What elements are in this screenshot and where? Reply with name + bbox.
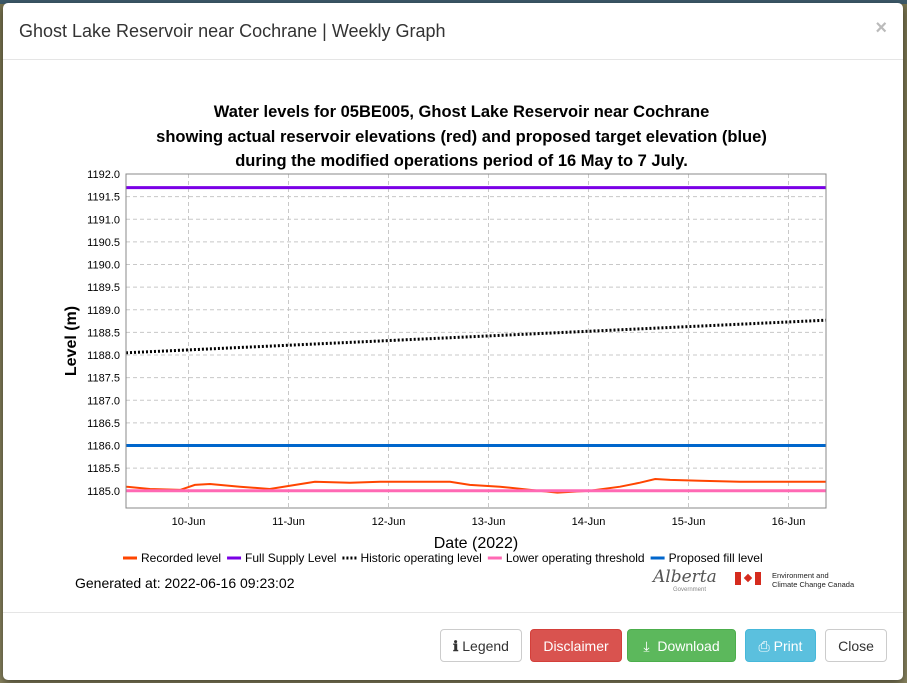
x-axis-label: Date (2022) [434, 535, 519, 552]
x-tick-label: 13-Jun [472, 516, 506, 528]
legend-item: Historic operating level [360, 551, 481, 565]
plot-area [125, 173, 827, 509]
x-tick-label: 11-Jun [272, 516, 305, 528]
print-button[interactable]: ⎙ Print [745, 629, 816, 662]
info-icon: ℹ [453, 638, 459, 654]
y-axis-label: Level (m) [63, 306, 80, 376]
y-tick-label: 1190.5 [87, 237, 120, 249]
x-tick-label: 12-Jun [372, 516, 406, 528]
legend-item: Full Supply Level [245, 551, 336, 565]
y-tick-label: 1188.5 [87, 327, 120, 339]
x-tick-label: 14-Jun [572, 516, 606, 528]
modal-header: Ghost Lake Reservoir near Cochrane | Wee… [3, 3, 903, 60]
modal-footer: ℹ Legend Disclaimer ⤓ Download ⎙ Print C… [3, 612, 903, 681]
modal-title: Ghost Lake Reservoir near Cochrane | Wee… [19, 21, 446, 41]
canada-flag-icon [735, 572, 761, 585]
y-tick-label: 1190.0 [87, 260, 120, 272]
weekly-graph-modal: Ghost Lake Reservoir near Cochrane | Wee… [3, 3, 903, 680]
eccc-logo: Environment and Climate Change Canada [772, 571, 854, 589]
modal-body: Water levels for 05BE005, Ghost Lake Res… [3, 60, 903, 613]
level-chart: 1185.0 1185.5 1186.0 1186.5 1187.0 1187.5 1188… [63, 169, 827, 565]
x-tick-label: 15-Jun [672, 516, 706, 528]
print-icon: ⎙ [758, 638, 770, 654]
eccc-line2: Climate Change Canada [772, 580, 855, 589]
y-tick-label: 1185.0 [87, 486, 120, 498]
download-label: Download [657, 638, 720, 654]
logos: Alberta Government Environment and Clima… [653, 567, 858, 595]
download-icon: ⤓ [643, 638, 650, 654]
eccc-line1: Environment and [772, 571, 829, 580]
close-button[interactable]: Close [825, 629, 887, 662]
y-tick-label: 1189.0 [87, 305, 120, 317]
x-tick-label: 10-Jun [172, 516, 206, 528]
disclaimer-label: Disclaimer [543, 638, 609, 654]
alberta-logo: Alberta [653, 567, 717, 587]
y-tick-label: 1192.0 [87, 169, 120, 181]
y-tick-label: 1186.5 [87, 418, 120, 430]
legend-item: Recorded level [141, 551, 221, 565]
y-tick-label: 1191.5 [87, 192, 120, 204]
y-tick-label: 1186.0 [87, 441, 120, 453]
y-tick-label: 1187.0 [87, 395, 120, 407]
y-tick-label: 1191.0 [87, 214, 120, 226]
alberta-logo-sub: Government [673, 587, 707, 593]
legend-item: Lower operating threshold [506, 551, 645, 565]
print-label: Print [773, 638, 803, 654]
legend-button[interactable]: ℹ Legend [440, 629, 522, 662]
y-tick-label: 1188.0 [87, 350, 120, 362]
legend-item: Proposed fill level [669, 551, 763, 565]
download-button[interactable]: ⤓ Download [627, 629, 736, 662]
close-label: Close [838, 638, 874, 654]
generated-timestamp: Generated at: 2022-06-16 09:23:02 [75, 575, 295, 591]
y-tick-label: 1187.5 [87, 373, 120, 385]
x-tick-label: 16-Jun [772, 516, 806, 528]
legend-label: Legend [462, 638, 509, 654]
y-tick-label: 1189.5 [87, 282, 120, 294]
close-icon[interactable]: × [875, 17, 887, 40]
disclaimer-button[interactable]: Disclaimer [530, 629, 622, 662]
y-tick-label: 1185.5 [87, 463, 120, 475]
